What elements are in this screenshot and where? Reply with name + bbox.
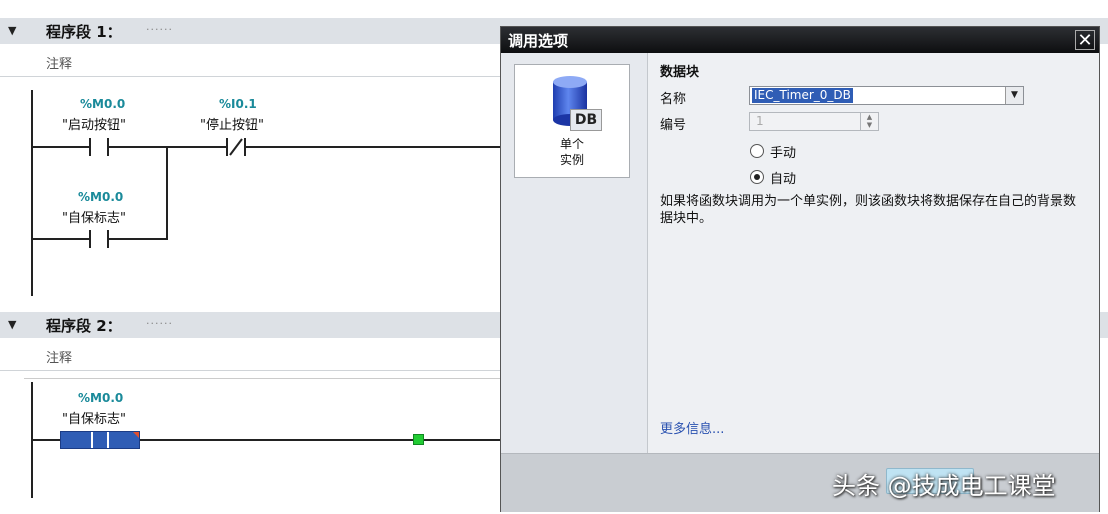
options-pane: 数据块 名称 IEC_Timer_0_DB ▼ 编号 1 ▲ ▼ 手动 自动 如果… <box>648 53 1099 453</box>
manual-radio[interactable] <box>750 144 764 158</box>
call-options-dialog: 调用选项 ✕ DB 单个 实例 数据块 名称 IEC_Timer_0_DB ▼ … <box>500 26 1100 512</box>
selected-contact[interactable] <box>60 431 140 449</box>
contact-symbol[interactable]: "停止按钮" <box>200 114 264 133</box>
contact-plate <box>89 138 91 156</box>
instance-type-pane: DB 单个 实例 <box>501 53 648 453</box>
network-2-comment-label: 注释 <box>46 351 73 366</box>
number-label: 编号 <box>660 118 687 133</box>
name-label: 名称 <box>660 92 687 107</box>
spinner-icon[interactable]: ▲ ▼ <box>860 113 878 130</box>
rung-wire <box>33 238 89 240</box>
auto-radio-label[interactable]: 自动 <box>770 168 796 187</box>
contact-plate <box>89 230 91 248</box>
network-1-comment-label: 注释 <box>46 57 73 72</box>
db-badge: DB <box>570 109 602 131</box>
auto-radio[interactable] <box>750 170 764 184</box>
name-value[interactable]: IEC_Timer_0_DB <box>752 88 853 103</box>
more-info-link[interactable]: 更多信息... <box>660 418 724 437</box>
contact-plate <box>91 432 93 448</box>
network-1-comment[interactable]: 注释 <box>0 46 500 77</box>
network-2-title: 程序段 2： <box>46 317 122 335</box>
dialog-title: 调用选项 <box>508 32 569 50</box>
contact-address[interactable]: %M0.0 <box>78 391 123 405</box>
tile-label-line2: 实例 <box>559 153 584 167</box>
close-icon[interactable]: ✕ <box>1075 30 1095 51</box>
coil-placeholder-box[interactable] <box>413 434 424 445</box>
contact-symbol[interactable]: "自保标志" <box>62 207 126 226</box>
tile-label-line1: 单个 <box>559 137 584 151</box>
contact-symbol[interactable]: "启动按钮" <box>62 114 126 133</box>
contact-symbol[interactable]: "自保标志" <box>62 408 126 427</box>
single-instance-tile[interactable]: DB 单个 实例 <box>514 64 630 178</box>
branch-wire <box>166 146 168 240</box>
rung-wire <box>109 238 168 240</box>
rung-wire <box>33 146 89 148</box>
power-rail-left <box>31 90 33 296</box>
name-combobox[interactable]: IEC_Timer_0_DB ▼ <box>749 86 1024 105</box>
description-text: 如果将函数块调用为一个单实例，则该函数块将数据保存在自己的背景数据块中。 <box>660 194 1077 226</box>
dropdown-arrow-icon[interactable]: ▼ <box>1005 87 1023 104</box>
number-field[interactable]: 1 ▲ ▼ <box>749 112 879 131</box>
number-value: 1 <box>756 114 764 128</box>
network-1-title-dots: ...... <box>146 20 173 33</box>
watermark-text: 头条 @技成电工课堂 <box>832 472 1056 500</box>
contact-address[interactable]: %I0.1 <box>219 97 257 111</box>
section-title: 数据块 <box>660 65 700 80</box>
dialog-title-bar[interactable]: 调用选项 ✕ <box>501 27 1099 53</box>
rung-wire <box>246 146 500 148</box>
error-corner-icon <box>133 432 139 438</box>
contact-address[interactable]: %M0.0 <box>80 97 125 111</box>
network-2-title-dots: ...... <box>146 314 173 327</box>
network-1-title: 程序段 1： <box>46 23 122 41</box>
contact-plate <box>107 432 109 448</box>
collapse-triangle-icon[interactable]: ▼ <box>8 318 16 331</box>
contact-address[interactable]: %M0.0 <box>78 190 123 204</box>
network-2-comment[interactable]: 注释 <box>0 340 500 371</box>
collapse-triangle-icon[interactable]: ▼ <box>8 24 16 37</box>
manual-radio-label[interactable]: 手动 <box>770 142 796 161</box>
normally-closed-contact-slash <box>229 138 243 156</box>
